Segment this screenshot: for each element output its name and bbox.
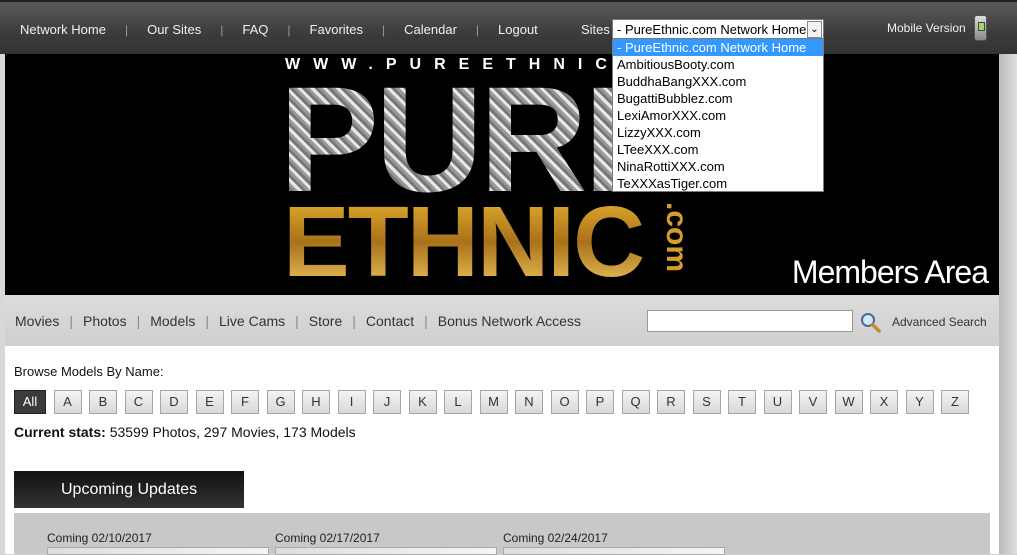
nav-separator: | (352, 313, 356, 329)
nav-store[interactable]: Store (309, 313, 342, 329)
letter-button[interactable]: S (692, 390, 721, 414)
current-stats: Current stats: 53599 Photos, 297 Movies,… (14, 424, 356, 440)
letter-button[interactable]: Z (941, 390, 969, 414)
letter-button[interactable]: Y (905, 390, 934, 414)
site-option[interactable]: AmbitiousBooty.com (613, 56, 823, 73)
letter-button[interactable]: G (266, 390, 295, 414)
update-date: Coming 02/17/2017 (275, 531, 380, 545)
nav-separator: | (220, 22, 224, 37)
top-nav: Network Home | Our Sites | FAQ | Favorit… (20, 22, 538, 37)
letter-button[interactable]: P (586, 390, 614, 414)
nav-live-cams[interactable]: Live Cams (219, 313, 285, 329)
nav-calendar[interactable]: Calendar (404, 22, 457, 37)
nav-logout[interactable]: Logout (498, 22, 538, 37)
right-gutter (999, 54, 1017, 554)
letter-button-all[interactable]: All (14, 390, 46, 414)
site-option[interactable]: TeXXXasTiger.com (613, 175, 823, 192)
letter-button[interactable]: L (444, 390, 472, 414)
letter-button[interactable]: O (550, 390, 579, 414)
nav-separator: | (424, 313, 428, 329)
mobile-version-link[interactable]: Mobile Version (887, 21, 966, 35)
letter-button[interactable]: A (53, 390, 82, 414)
sites-select-value: - PureEthnic.com Network Home (617, 22, 807, 37)
nav-separator: | (475, 22, 480, 37)
upcoming-updates-panel: Coming 02/10/2017 Coming 02/17/2017 Comi… (14, 513, 990, 555)
mobile-phone-icon[interactable] (974, 15, 987, 41)
nav-separator: | (124, 22, 129, 37)
main-nav-links: Movies | Photos | Models | Live Cams | Store… (15, 313, 581, 329)
nav-separator: | (287, 22, 291, 37)
letter-button[interactable]: R (657, 390, 685, 414)
letter-button[interactable]: C (124, 390, 153, 414)
nav-photos[interactable]: Photos (83, 313, 127, 329)
site-option[interactable]: BuddhaBangXXX.com (613, 73, 823, 90)
update-date: Coming 02/10/2017 (47, 531, 152, 545)
letter-button[interactable]: B (89, 390, 117, 414)
nav-movies[interactable]: Movies (15, 313, 59, 329)
nav-separator: | (69, 313, 73, 329)
site-option[interactable]: LTeeXXX.com (613, 141, 823, 158)
letter-filter: All A B C D E F G H I J K L M N O P Q R … (14, 390, 977, 414)
browse-models-label: Browse Models By Name: (14, 364, 164, 379)
letter-button[interactable]: T (728, 390, 756, 414)
banner-logo-dotcom: .com (660, 202, 693, 273)
chevron-down-icon[interactable]: ⌄ (807, 21, 822, 38)
upcoming-updates-heading: Upcoming Updates (14, 471, 244, 508)
letter-button[interactable]: K (408, 390, 437, 414)
letter-button[interactable]: U (763, 390, 792, 414)
advanced-search-link[interactable]: Advanced Search (892, 315, 987, 329)
nav-favorites[interactable]: Favorites (310, 22, 363, 37)
letter-button[interactable]: I (337, 390, 366, 414)
update-date: Coming 02/24/2017 (503, 531, 608, 545)
stats-value: 53599 Photos, 297 Movies, 173 Models (109, 424, 356, 440)
main-content: Browse Models By Name: All A B C D E F G… (5, 346, 999, 555)
nav-contact[interactable]: Contact (366, 313, 414, 329)
sites-select[interactable]: - PureEthnic.com Network Home ⌄ (612, 19, 824, 40)
letter-button[interactable]: Q (621, 390, 650, 414)
nav-models[interactable]: Models (150, 313, 195, 329)
letter-button[interactable]: D (160, 390, 188, 414)
search-input[interactable] (647, 310, 853, 332)
banner-logo-ethnic: ETHNIC (283, 186, 645, 295)
site-option[interactable]: LizzyXXX.com (613, 124, 823, 141)
letter-button[interactable]: F (231, 390, 259, 414)
stats-label: Current stats: (14, 424, 106, 440)
letter-button[interactable]: H (302, 390, 330, 414)
letter-button[interactable]: X (870, 390, 898, 414)
site-banner[interactable]: WWW.PUREETHNIC PURE ETHNIC .com Members … (5, 54, 999, 295)
top-nav-bar: Network Home | Our Sites | FAQ | Favorit… (0, 0, 1017, 54)
site-option[interactable]: NinaRottiXXX.com (613, 158, 823, 175)
members-area-title: Members Area (791, 254, 989, 290)
nav-separator: | (205, 313, 210, 329)
letter-button[interactable]: E (195, 390, 224, 414)
main-nav: Movies | Photos | Models | Live Cams | Store… (5, 295, 999, 346)
search-icon[interactable] (859, 311, 881, 333)
letter-button[interactable]: N (515, 390, 543, 414)
letter-button[interactable]: J (373, 390, 401, 414)
nav-separator: | (295, 313, 299, 329)
nav-bonus-network-access[interactable]: Bonus Network Access (438, 313, 581, 329)
letter-button[interactable]: V (799, 390, 827, 414)
nav-separator: | (136, 313, 141, 329)
site-option[interactable]: BugattiBubblez.com (613, 90, 823, 107)
sites-label: Sites (581, 22, 610, 37)
nav-separator: | (382, 22, 386, 37)
site-option[interactable]: LexiAmorXXX.com (613, 107, 823, 124)
nav-faq[interactable]: FAQ (242, 22, 268, 37)
sites-dropdown-list[interactable]: - PureEthnic.com Network Home AmbitiousB… (612, 38, 824, 192)
site-option[interactable]: - PureEthnic.com Network Home (613, 39, 823, 56)
nav-our-sites[interactable]: Our Sites (147, 22, 201, 37)
letter-button[interactable]: W (834, 390, 863, 414)
nav-network-home[interactable]: Network Home (20, 22, 106, 37)
letter-button[interactable]: M (479, 390, 508, 414)
